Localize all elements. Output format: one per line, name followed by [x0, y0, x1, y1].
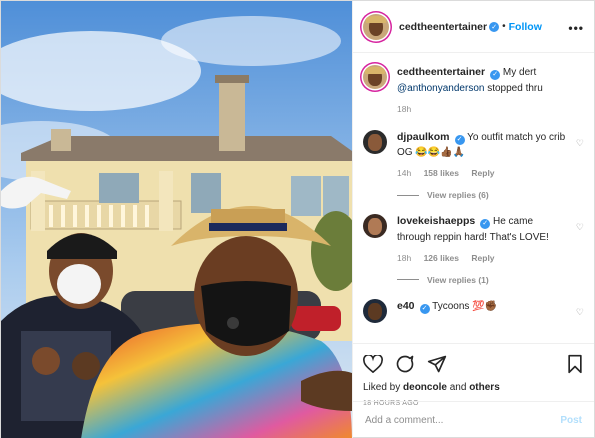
author-avatar[interactable] [363, 13, 389, 40]
likes-summary: Liked by deoncole and others [363, 382, 584, 393]
comment-likes[interactable]: 158 likes [424, 168, 459, 178]
post-comment-button[interactable]: Post [560, 415, 582, 426]
more-options-icon[interactable]: ••• [568, 21, 584, 35]
follow-button[interactable]: Follow [509, 21, 542, 33]
verified-badge-icon: ✓ [490, 70, 501, 81]
reply-button[interactable]: Reply [471, 253, 494, 263]
post-photo[interactable] [1, 1, 352, 438]
comments-list[interactable]: cedtheentertainer ✓ My dert @anthonyander… [353, 53, 594, 343]
commenter-avatar[interactable] [363, 129, 387, 154]
post-header: cedtheentertainer ✓ • Follow ••• [353, 1, 594, 53]
reply-button[interactable]: Reply [471, 168, 494, 178]
heart-icon[interactable] [363, 355, 383, 373]
verified-badge-icon: ✓ [454, 134, 465, 145]
view-replies-button[interactable]: View replies (6) [397, 190, 584, 200]
replies-line-divider [397, 194, 419, 196]
view-replies-button[interactable]: View replies (1) [397, 275, 584, 285]
caption-text-end: stopped thru [487, 82, 543, 94]
liked-by-user-link[interactable]: deoncole [403, 382, 447, 393]
action-icons-row [363, 352, 584, 376]
instagram-post: cedtheentertainer ✓ • Follow ••• cedthee… [0, 0, 595, 438]
liked-by-others-link[interactable]: others [469, 382, 500, 393]
separator-dot: • [502, 21, 506, 32]
verified-badge-icon: ✓ [419, 303, 430, 314]
liked-by-prefix: Liked by [363, 382, 401, 393]
author-avatar-small[interactable] [363, 65, 387, 89]
view-replies-label: View replies (1) [427, 274, 489, 285]
bookmark-icon[interactable] [566, 354, 584, 374]
caption: cedtheentertainer ✓ My dert @anthonyander… [363, 65, 584, 116]
share-icon[interactable] [427, 354, 447, 374]
comment-item: lovekeishaepps ✓ He came through reppin h… [363, 214, 584, 265]
verified-badge-icon: ✓ [480, 219, 491, 230]
comment-likes[interactable]: 126 likes [424, 253, 459, 263]
comment-icon[interactable] [395, 354, 415, 374]
comment-item: djpaulkom ✓ Yo outfit match yo crib OG 😂😂… [363, 129, 584, 181]
comment-username[interactable]: djpaulkom [397, 131, 450, 143]
view-replies-label: View replies (6) [427, 190, 489, 200]
photo-illustration [1, 1, 352, 438]
post-side-panel: cedtheentertainer ✓ • Follow ••• cedthee… [352, 1, 594, 438]
comment-time[interactable]: 18h [397, 253, 411, 263]
caption-time[interactable]: 18h [397, 104, 411, 114]
author-username[interactable]: cedtheentertainer [399, 21, 487, 33]
add-comment-input[interactable] [365, 415, 561, 426]
commenter-avatar[interactable] [363, 298, 387, 323]
comment-username[interactable]: lovekeishaepps [397, 215, 475, 227]
liked-by-and: and [449, 382, 467, 393]
comment-username[interactable]: e40 [397, 300, 415, 312]
replies-line-divider [397, 279, 419, 280]
caption-text: My dert [502, 67, 537, 78]
small-heart-icon[interactable]: ♡ [576, 222, 584, 233]
caption-mention-link[interactable]: @anthonyanderson [397, 83, 484, 94]
commenter-avatar[interactable] [363, 214, 387, 238]
small-heart-icon[interactable]: ♡ [576, 138, 584, 149]
comment-time[interactable]: 14h [397, 168, 411, 178]
verified-badge-icon: ✓ [489, 21, 500, 32]
small-heart-icon[interactable]: ♡ [576, 307, 584, 318]
comment-text: Tycoons 💯✊🏾 [432, 300, 498, 312]
add-comment-bar: Post [353, 401, 594, 438]
caption-username[interactable]: cedtheentertainer [397, 66, 485, 78]
comment-item: e40 ✓ Tycoons 💯✊🏾 ♡ [363, 298, 584, 323]
